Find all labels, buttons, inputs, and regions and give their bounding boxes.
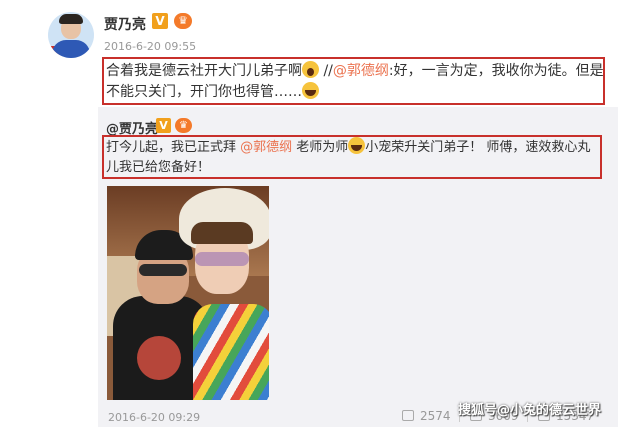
author-avatar[interactable] [48, 12, 94, 58]
verified-badge-icon: V [152, 13, 168, 29]
repost-photo[interactable] [107, 186, 269, 400]
laugh-emoji-icon [302, 82, 319, 99]
repost-timestamp[interactable]: 2016-6-20 09:29 [108, 411, 200, 424]
person-right-body [193, 304, 269, 400]
member-crown-icon: ♛ [174, 13, 192, 29]
scream-emoji-icon [302, 61, 319, 78]
repost-text-part1: 打今儿起，我已正式拜 [106, 140, 241, 155]
repost-text-part2: 老师为师 [292, 140, 349, 155]
mention-link[interactable]: @郭德纲 [333, 63, 389, 79]
post-timestamp[interactable]: 2016-6-20 09:55 [104, 40, 196, 53]
repost-count[interactable]: 2574 [420, 409, 451, 423]
post-text-part1: 合着我是德云社开大门儿弟子啊 [106, 63, 302, 79]
repost-text: 打今儿起，我已正式拜 @郭德纲 老师为师 小宠荣升关门弟子！ 师傅，速效救心丸儿我… [106, 137, 598, 178]
post-text-part2: // [319, 63, 333, 79]
mention-link[interactable]: @郭德纲 [240, 140, 292, 155]
avatar-suit [52, 40, 90, 58]
shirt-print [137, 336, 181, 380]
person-right-hair [191, 222, 253, 244]
member-crown-icon: ♛ [175, 118, 192, 133]
author-name[interactable]: 贾乃亮 [104, 14, 146, 34]
watermark: 搜狐号@小兔的德云世界 [458, 403, 602, 418]
verified-badge-icon: V [156, 118, 171, 133]
avatar-hair [59, 14, 83, 24]
laugh-emoji-icon [348, 137, 366, 154]
repost-icon[interactable] [402, 410, 414, 421]
person-left-sunglasses [139, 264, 187, 276]
post-text: 合着我是德云社开大门儿弟子啊 //@郭德纲:好，一言为定，我收你为徒。但是不能只… [106, 61, 604, 103]
person-right-glasses [195, 252, 249, 266]
